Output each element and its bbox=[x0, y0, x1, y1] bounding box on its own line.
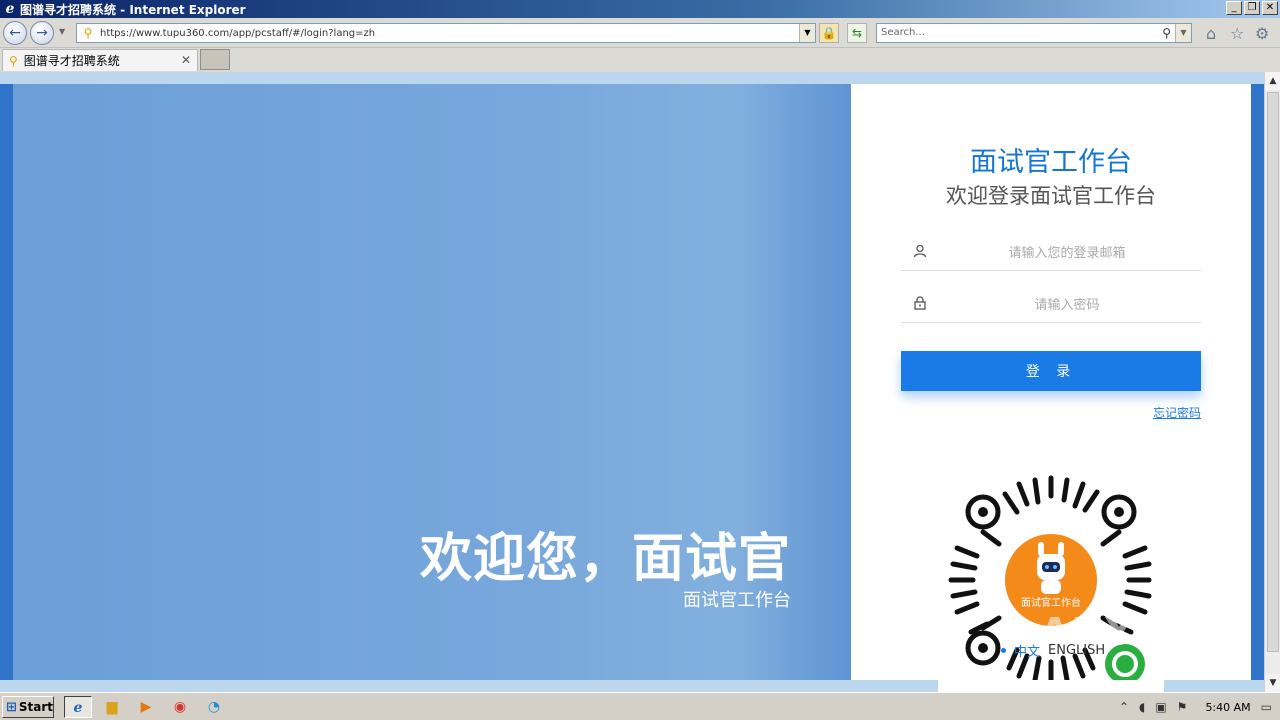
email-field bbox=[901, 235, 1201, 271]
taskbar-chrome-icon[interactable]: ◉ bbox=[166, 696, 194, 718]
address-bar[interactable]: ⚲ https://www.tupu360.com/app/pcstaff/#/… bbox=[76, 23, 816, 43]
taskbar-ie-icon[interactable]: e bbox=[64, 696, 92, 718]
anyrun-watermark: ANY.RUN bbox=[1040, 610, 1243, 654]
page-viewport: 欢迎您，面试官 面试官工作台 面试官工作台 欢迎登录面试官工作台 登 录 忘记密… bbox=[0, 72, 1264, 692]
login-panel: 面试官工作台 欢迎登录面试官工作台 登 录 忘记密码 bbox=[851, 84, 1251, 685]
qr-caption: 面试官工作台 bbox=[1021, 596, 1081, 609]
scrollbar-thumb[interactable] bbox=[1267, 92, 1279, 652]
show-desktop-icon[interactable]: ▭ bbox=[1261, 700, 1272, 714]
forgot-password-link[interactable]: 忘记密码 bbox=[1153, 404, 1201, 421]
tab-favicon-icon: ⚲ bbox=[9, 53, 18, 68]
volume-icon[interactable]: ◖ bbox=[1139, 700, 1145, 714]
hero-subline: 面试官工作台 bbox=[683, 590, 791, 611]
user-icon bbox=[913, 244, 927, 258]
address-url[interactable]: https://www.tupu360.com/app/pcstaff/#/lo… bbox=[100, 28, 375, 39]
hero-headline: 欢迎您，面试官 bbox=[419, 529, 791, 589]
start-label: Start bbox=[18, 700, 54, 714]
tab-label: 图谱寻才招聘系统 bbox=[23, 54, 120, 68]
tab-active[interactable]: ⚲ 图谱寻才招聘系统 ✕ bbox=[2, 49, 198, 71]
close-window-button[interactable]: ✕ bbox=[1262, 1, 1278, 15]
tray-expand-icon[interactable]: ⌃ bbox=[1119, 700, 1129, 714]
start-button[interactable]: ⊞ Start bbox=[2, 696, 54, 718]
window-title: 图谱寻才招聘系统 - Internet Explorer bbox=[20, 2, 246, 17]
login-subtitle: 欢迎登录面试官工作台 bbox=[946, 184, 1156, 208]
address-dropdown-icon[interactable]: ▼ bbox=[799, 24, 815, 42]
taskbar-media-player-icon[interactable]: ▶ bbox=[132, 696, 160, 718]
lang-zh-link[interactable]: 中文 bbox=[1014, 641, 1040, 660]
hero-banner: 欢迎您，面试官 面试官工作台 bbox=[13, 84, 851, 680]
search-icon[interactable]: ⚲ bbox=[1162, 24, 1171, 42]
back-button[interactable]: ← bbox=[3, 21, 27, 45]
scroll-down-arrow-icon[interactable]: ▼ bbox=[1265, 674, 1280, 692]
panel-bottom-edge bbox=[938, 680, 1164, 692]
restore-button[interactable]: ❐ bbox=[1244, 1, 1260, 15]
forward-button[interactable]: → bbox=[30, 21, 54, 45]
gear-icon[interactable]: ⚙ bbox=[1255, 24, 1269, 43]
navigation-bar: ← → ▼ ⚲ https://www.tupu360.com/app/pcst… bbox=[0, 18, 1280, 48]
email-input[interactable] bbox=[937, 241, 1197, 265]
taskbar-clock[interactable]: 5:40 AM bbox=[1205, 701, 1250, 714]
vertical-scrollbar[interactable]: ▲ ▼ bbox=[1264, 72, 1280, 692]
lock-icon bbox=[914, 296, 926, 310]
windows-flag-icon: ⊞ bbox=[6, 699, 17, 715]
search-dropdown-icon[interactable]: ▼ bbox=[1175, 24, 1191, 42]
search-placeholder: Search... bbox=[881, 27, 925, 38]
lock-icon[interactable]: 🔒 bbox=[819, 23, 839, 43]
active-language-dot bbox=[1001, 648, 1006, 653]
password-input[interactable] bbox=[937, 293, 1197, 317]
windows-taskbar: ⊞ Start e ▆ ▶ ◉ ◔ ⌃ ◖ ▣ ⚑ 5:40 AM ▭ bbox=[0, 692, 1280, 720]
site-favicon-icon: ⚲ bbox=[83, 26, 93, 40]
new-tab-button[interactable] bbox=[200, 49, 230, 70]
system-tray: ⌃ ◖ ▣ ⚑ 5:40 AM ▭ bbox=[1111, 695, 1280, 719]
taskbar-edge-icon[interactable]: ◔ bbox=[200, 696, 228, 718]
ie-logo-icon: e bbox=[5, 1, 15, 17]
action-center-flag-icon[interactable]: ⚑ bbox=[1177, 700, 1188, 714]
favorites-star-icon[interactable]: ☆ bbox=[1230, 24, 1244, 43]
page-bottom-band bbox=[0, 680, 1264, 692]
refresh-icon[interactable]: ⇆ bbox=[847, 23, 867, 43]
network-icon[interactable]: ▣ bbox=[1155, 700, 1166, 714]
scroll-up-arrow-icon[interactable]: ▲ bbox=[1265, 72, 1280, 90]
window-title-bar: e 图谱寻才招聘系统 - Internet Explorer _ ❐ ✕ bbox=[0, 0, 1280, 18]
taskbar-explorer-folder-icon[interactable]: ▆ bbox=[98, 696, 126, 718]
tab-bar: ⚲ 图谱寻才招聘系统 ✕ bbox=[0, 48, 1280, 72]
password-field bbox=[901, 287, 1201, 323]
login-title: 面试官工作台 bbox=[970, 147, 1132, 178]
window-controls: _ ❐ ✕ bbox=[1226, 1, 1278, 15]
search-box[interactable]: Search... ⚲ ▼ bbox=[876, 23, 1192, 43]
close-tab-icon[interactable]: ✕ bbox=[181, 53, 191, 67]
minimize-button[interactable]: _ bbox=[1226, 1, 1242, 15]
history-dropdown-icon[interactable]: ▼ bbox=[59, 27, 65, 36]
login-button[interactable]: 登 录 bbox=[901, 351, 1201, 391]
page-top-band bbox=[0, 72, 1264, 84]
home-icon[interactable]: ⌂ bbox=[1206, 24, 1216, 43]
